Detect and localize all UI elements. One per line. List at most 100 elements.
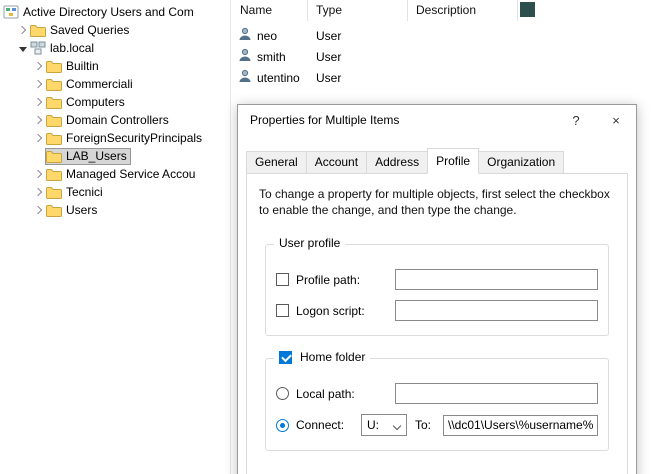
profile-path-input[interactable] bbox=[395, 269, 598, 290]
chevron-down-icon bbox=[394, 422, 401, 429]
tree-item-computers[interactable]: Computers bbox=[0, 93, 230, 111]
tree-item-label: Tecnici bbox=[64, 185, 106, 200]
local-path-row: Local path: bbox=[276, 383, 598, 404]
folder-icon bbox=[46, 150, 64, 163]
local-path-input[interactable] bbox=[395, 383, 598, 404]
tree-item-builtin[interactable]: Builtin bbox=[0, 57, 230, 75]
home-folder-checkbox[interactable] bbox=[279, 351, 292, 364]
logon-script-row: Logon script: bbox=[276, 300, 598, 321]
logon-script-label: Logon script: bbox=[296, 304, 395, 318]
folder-icon bbox=[46, 78, 64, 91]
tree-item-managed-service-accounts[interactable]: Managed Service Accou bbox=[0, 165, 230, 183]
tree-item-commerciali[interactable]: Commerciali bbox=[0, 75, 230, 93]
column-header-name[interactable]: Name bbox=[232, 0, 308, 21]
user-name: utentino bbox=[257, 71, 300, 85]
tree-item-label: Active Directory Users and Com bbox=[21, 5, 197, 20]
tree-item-label: ForeignSecurityPrincipals bbox=[64, 131, 205, 146]
instruction-text: To change a property for multiple object… bbox=[259, 186, 615, 218]
user-name: smith bbox=[257, 50, 286, 64]
user-list: neo User smith User bbox=[232, 25, 656, 88]
home-path-input[interactable] bbox=[443, 415, 598, 436]
folder-icon bbox=[46, 114, 64, 127]
tree-item-label: Domain Controllers bbox=[64, 113, 172, 128]
tab-account[interactable]: Account bbox=[306, 151, 367, 174]
list-item-utentino[interactable]: utentino User bbox=[232, 67, 656, 88]
connect-radio[interactable] bbox=[276, 419, 289, 432]
column-header-type[interactable]: Type bbox=[308, 0, 408, 21]
list-item-smith[interactable]: smith User bbox=[232, 46, 656, 67]
tree-item-root[interactable]: Active Directory Users and Com bbox=[0, 3, 230, 21]
chevron-right-icon[interactable] bbox=[32, 95, 46, 109]
tab-strip: General Account Address Profile Organiza… bbox=[246, 150, 628, 173]
logon-script-input[interactable] bbox=[395, 300, 598, 321]
tab-organization[interactable]: Organization bbox=[478, 151, 564, 174]
chevron-right-icon[interactable] bbox=[32, 131, 46, 145]
user-icon bbox=[238, 27, 252, 44]
domain-icon bbox=[30, 41, 48, 55]
connect-label: Connect: bbox=[296, 418, 361, 432]
tab-address[interactable]: Address bbox=[366, 151, 428, 174]
chevron-right-icon[interactable] bbox=[32, 113, 46, 127]
local-path-radio[interactable] bbox=[276, 387, 289, 400]
close-button[interactable]: × bbox=[596, 113, 636, 128]
tree-item-label: Saved Queries bbox=[48, 23, 132, 38]
column-header-description[interactable]: Description bbox=[408, 0, 518, 21]
chevron-right-icon[interactable] bbox=[16, 23, 30, 37]
folder-icon bbox=[46, 60, 64, 73]
tab-general[interactable]: General bbox=[246, 151, 307, 174]
tree-item-label: Computers bbox=[64, 95, 128, 110]
folder-icon bbox=[46, 204, 64, 217]
tree-item-foreign-security-principals[interactable]: ForeignSecurityPrincipals bbox=[0, 129, 230, 147]
user-icon bbox=[238, 48, 252, 65]
home-folder-legend: Home folder bbox=[274, 350, 370, 364]
dialog-title: Properties for Multiple Items bbox=[238, 113, 556, 127]
selected-tree-item: LAB_Users bbox=[46, 149, 130, 164]
chevron-down-icon[interactable] bbox=[16, 41, 30, 55]
tree-item-tecnici[interactable]: Tecnici bbox=[0, 183, 230, 201]
user-type: User bbox=[308, 50, 408, 64]
header-corner-decoration bbox=[520, 2, 535, 17]
tree-item-users[interactable]: Users bbox=[0, 201, 230, 219]
chevron-right-icon[interactable] bbox=[32, 77, 46, 91]
local-path-label: Local path: bbox=[296, 387, 395, 401]
folder-icon bbox=[46, 132, 64, 145]
chevron-right-icon[interactable] bbox=[32, 167, 46, 181]
dialog-titlebar[interactable]: Properties for Multiple Items ? × bbox=[238, 105, 636, 135]
drive-letter-value: U: bbox=[367, 418, 379, 432]
properties-dialog: Properties for Multiple Items ? × Genera… bbox=[237, 104, 637, 474]
tree-item-label: lab.local bbox=[48, 41, 97, 56]
tree-item-label: Users bbox=[64, 203, 100, 218]
tree-pane: Active Directory Users and Com Saved Que… bbox=[0, 0, 231, 474]
drive-letter-select[interactable]: U: bbox=[361, 414, 407, 436]
tree-item-label: LAB_Users bbox=[64, 149, 130, 164]
home-folder-group: Home folder Local path: Connect: U: To: bbox=[265, 358, 609, 451]
aduc-console-icon bbox=[3, 5, 21, 19]
tree-item-saved-queries[interactable]: Saved Queries bbox=[0, 21, 230, 39]
user-type: User bbox=[308, 29, 408, 43]
logon-script-checkbox[interactable] bbox=[276, 304, 289, 317]
user-name: neo bbox=[257, 29, 277, 43]
folder-icon bbox=[46, 96, 64, 109]
tree-item-domain-controllers[interactable]: Domain Controllers bbox=[0, 111, 230, 129]
tree-item-label: Commerciali bbox=[64, 77, 136, 92]
profile-tab-panel: To change a property for multiple object… bbox=[246, 173, 628, 474]
tab-profile[interactable]: Profile bbox=[427, 148, 479, 174]
to-label: To: bbox=[415, 418, 437, 432]
chevron-right-icon[interactable] bbox=[32, 185, 46, 199]
profile-path-checkbox[interactable] bbox=[276, 273, 289, 286]
user-profile-group: User profile Profile path: Logon script: bbox=[265, 244, 609, 336]
chevron-right-icon[interactable] bbox=[32, 59, 46, 73]
profile-path-row: Profile path: bbox=[276, 269, 598, 290]
help-button[interactable]: ? bbox=[556, 113, 596, 128]
user-type: User bbox=[308, 71, 408, 85]
user-profile-legend: User profile bbox=[274, 236, 345, 250]
chevron-right-icon[interactable] bbox=[32, 203, 46, 217]
folder-icon bbox=[30, 24, 48, 37]
list-item-neo[interactable]: neo User bbox=[232, 25, 656, 46]
tree-item-lab-local[interactable]: lab.local bbox=[0, 39, 230, 57]
user-icon bbox=[238, 69, 252, 86]
home-folder-label: Home folder bbox=[300, 350, 365, 364]
list-pane: Name Type Description neo User bbox=[232, 0, 656, 104]
tree-item-label: Builtin bbox=[64, 59, 102, 74]
tree-item-lab-users[interactable]: LAB_Users bbox=[0, 147, 230, 165]
